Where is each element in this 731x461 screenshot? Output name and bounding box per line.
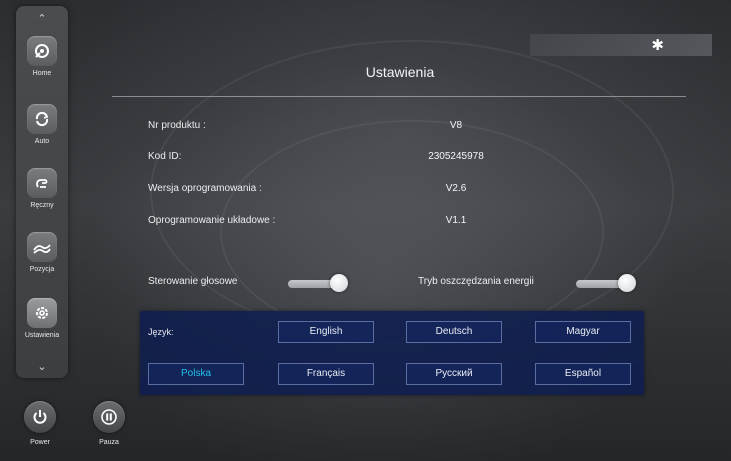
language-option-polska[interactable]: Polska [148,363,244,385]
sidebar-item-manual[interactable]: Ręczny [16,168,68,209]
info-label-id-code: Kod ID: [148,151,182,162]
toggle-knob [618,274,636,292]
info-label-firmware: Oprogramowanie układowe : [148,215,276,226]
info-label-product-number: Nr produktu : [148,120,206,131]
voice-control-toggle[interactable] [288,274,348,292]
info-value-product-number: V8 [449,120,463,131]
language-panel: Język: English Deutsch Magyar Polska Fra… [140,311,644,395]
auto-cycle-icon [27,104,57,134]
sidebar-item-label: Auto [34,138,50,145]
language-option-english[interactable]: English [278,321,374,343]
pause-label: Pauza [99,439,119,446]
manual-hand-icon [27,168,57,198]
status-bar: ✱ [530,34,712,56]
language-option-russian[interactable]: Русский [406,363,502,385]
info-value-id-code: 2305245978 [428,151,484,162]
toggle-knob [330,274,348,292]
pause-button[interactable] [93,401,125,433]
position-recline-icon [27,232,57,262]
language-option-magyar[interactable]: Magyar [535,321,631,343]
voice-control-label: Sterowanie głosowe [148,276,238,287]
sidebar-item-position[interactable]: Pozycja [16,232,68,273]
info-label-software-version: Wersja oprogramowania : [148,183,262,194]
power-label: Power [30,439,50,446]
sidebar-item-home[interactable]: Home [16,36,68,77]
bluetooth-icon[interactable]: ✱ [651,36,664,54]
sidebar-item-label: Ustawienia [24,332,60,339]
scroll-up-icon[interactable]: ⌃ [16,12,68,25]
language-option-francais[interactable]: Français [278,363,374,385]
settings-gear-icon [27,298,57,328]
energy-saving-label: Tryb oszczędzania energii [418,276,534,287]
page-title: Ustawienia [365,64,435,80]
scroll-down-icon[interactable]: ⌄ [16,360,68,373]
settings-screen: ⌃ Home Auto Ręczny Pozycja Ustawienia ⌄ … [0,0,731,461]
pause-icon [101,409,117,425]
language-label: Język: [148,327,174,337]
sidebar-item-label: Ręczny [30,202,54,209]
sidebar-item-settings[interactable]: Ustawienia [16,298,68,339]
language-option-deutsch[interactable]: Deutsch [406,321,502,343]
language-option-espanol[interactable]: Español [535,363,631,385]
info-value-firmware: V1.1 [445,215,467,226]
title-divider [112,96,686,97]
energy-saving-toggle[interactable] [576,274,636,292]
power-icon [33,410,47,424]
sidebar-item-label: Home [32,70,52,77]
sidebar: ⌃ Home Auto Ręczny Pozycja Ustawienia ⌄ [16,6,68,378]
sidebar-item-label: Pozycja [29,266,55,273]
power-button[interactable] [24,401,56,433]
home-gear-icon [27,36,57,66]
info-value-software-version: V2.6 [445,183,467,194]
sidebar-item-auto[interactable]: Auto [16,104,68,145]
